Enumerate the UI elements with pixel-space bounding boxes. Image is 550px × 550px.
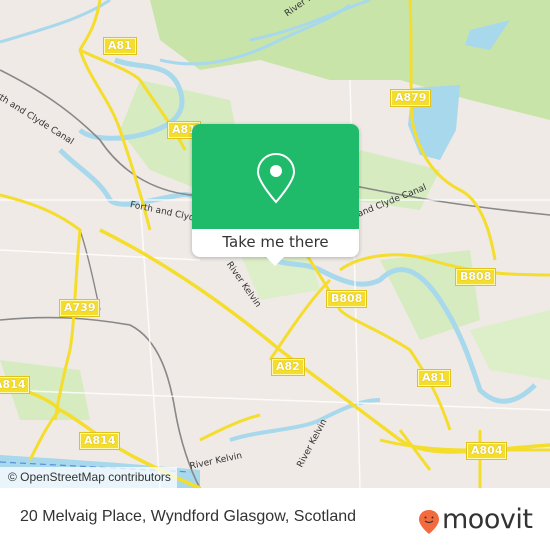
- railway: [79, 229, 101, 311]
- road-shield-a81: A81: [417, 369, 451, 387]
- road-shield-a804: A804: [465, 442, 508, 460]
- address-text: 20 Melvaig Place, Wyndford Glasgow, Scot…: [20, 508, 357, 525]
- popup-header: [192, 124, 359, 229]
- road-shield-a814: A814: [78, 432, 121, 450]
- road-shield-a814: A814: [0, 376, 31, 394]
- major-road-a804: [379, 429, 550, 488]
- moovit-wordmark: moovit: [442, 504, 533, 535]
- road-shield-a81: A81: [103, 37, 137, 55]
- location-popup: Take me there: [192, 124, 359, 266]
- road-shield-b808: B808: [325, 290, 368, 308]
- map-attribution[interactable]: © OpenStreetMap contributors: [0, 467, 177, 488]
- location-pin-icon: [256, 152, 296, 204]
- road-shield-b808: B808: [454, 268, 497, 286]
- road-shield-a739: A739: [58, 299, 101, 317]
- map-view[interactable]: A81 A81 A879 A739 A814 A814 B808 B808 A8…: [0, 0, 550, 488]
- take-me-there-button[interactable]: Take me there: [192, 229, 359, 257]
- park-area: [380, 250, 480, 340]
- road-shield-a879: A879: [389, 89, 432, 107]
- road-shield-a82: A82: [271, 358, 305, 376]
- popup-pointer: [266, 257, 284, 266]
- moovit-pin-icon: [419, 510, 439, 534]
- park-area: [470, 310, 550, 380]
